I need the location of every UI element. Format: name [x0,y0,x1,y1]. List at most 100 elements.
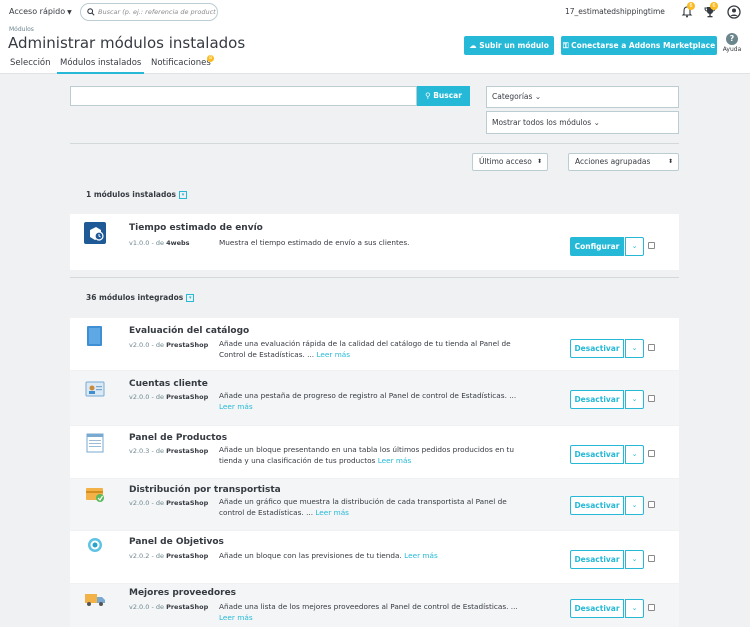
toggle-section-icon[interactable]: ▾ [178,191,187,199]
module-actions-toggle[interactable]: ⌄ [625,496,644,515]
upload-module-button[interactable]: ☁ Subir un módulo [464,36,554,55]
module-author: PrestaShop [166,393,209,401]
module-select-checkbox[interactable] [648,604,655,611]
key-icon: ⚿ [562,41,569,50]
module-version-text: v2.0.2 - de [129,552,164,560]
bulk-actions-label: Acciones agrupadas [575,157,651,166]
module-select-checkbox[interactable] [648,395,655,402]
module-actions-toggle[interactable]: ⌄ [625,390,644,409]
deactivate-button[interactable]: Desactivar [570,339,624,358]
chevron-down-icon: ⌄ [631,555,638,563]
integrated-section-heading: 36 módulos integrados ▾ [86,293,195,302]
deactivate-button[interactable]: Desactivar [570,445,624,464]
module-version-text: v2.0.0 - de [129,393,164,401]
deactivate-button[interactable]: Desactivar [570,599,624,618]
module-actions-toggle[interactable]: ⌄ [625,237,644,256]
toggle-section-icon[interactable]: ▾ [186,294,195,302]
installed-section-heading: 1 módulos instalados ▾ [86,190,187,199]
breadcrumb[interactable]: Módulos [9,26,34,33]
chevron-down-icon: ⌄ [534,92,542,101]
module-name: Panel de Objetivos [129,537,224,547]
module-version: v2.0.0 - de PrestaShop [129,499,208,507]
module-select-checkbox[interactable] [648,501,655,508]
help-button[interactable]: ? Ayuda [721,33,743,53]
configure-button[interactable]: Configurar [570,237,624,256]
status-filter-label: Mostrar todos los módulos [492,118,592,127]
module-actions-toggle[interactable]: ⌄ [625,445,644,464]
module-author: 4webs [166,239,190,247]
sort-label: Último acceso [479,157,532,166]
global-search-input[interactable]: Buscar (p. ej.: referencia de producto, … [80,3,218,21]
goals-dashboard-icon [88,538,102,552]
deactivate-button[interactable]: Desactivar [570,390,624,409]
shipping-module-icon [84,222,106,244]
read-more-link[interactable]: Leer más [315,508,349,517]
quick-access-menu[interactable]: Acceso rápido ▼ [9,7,72,16]
module-select-checkbox[interactable] [648,450,655,457]
chevron-down-icon: ⌄ [631,395,638,403]
module-row: Tiempo estimado de envío v1.0.0 - de 4we… [70,214,679,270]
tab-label: Selección [10,58,51,68]
chevron-down-icon: ⌄ [631,501,638,509]
notifications-badge: 8 [207,55,214,62]
module-select-checkbox[interactable] [648,344,655,351]
status-filter-dropdown[interactable]: Mostrar todos los módulos ⌄ [486,111,679,134]
module-row: Panel de Productos v2.0.3 - de PrestaSho… [70,426,679,478]
module-version: v2.0.2 - de PrestaShop [129,552,208,560]
chevron-down-icon: ⌄ [631,344,638,352]
user-account-icon[interactable] [727,5,741,19]
categories-label: Categorías [492,92,533,101]
module-actions-toggle[interactable]: ⌄ [625,550,644,569]
quick-access-label: Acceso rápido [9,7,66,16]
caret-down-icon: ▼ [67,9,72,16]
sort-select[interactable]: Último acceso ⬍ [472,153,548,171]
page-title: Administrar módulos instalados [8,34,246,52]
tab-installed-modules[interactable]: Módulos instalados [57,58,145,74]
module-author: PrestaShop [166,341,209,349]
carrier-distribution-icon [86,488,104,502]
module-search-input[interactable] [70,86,417,106]
read-more-link[interactable]: Leer más [219,613,253,622]
deactivate-button[interactable]: Desactivar [570,496,624,515]
tab-label: Módulos instalados [60,58,142,68]
module-name: Cuentas cliente [129,379,208,389]
module-author: PrestaShop [166,603,209,611]
categories-dropdown[interactable]: Categorías ⌄ [486,86,679,108]
module-description-text: Añade una pestaña de progreso de registr… [219,391,517,400]
catalog-evaluation-icon [87,326,102,346]
bulk-actions-select[interactable]: Acciones agrupadas ⬍ [568,153,679,171]
customer-accounts-icon [85,381,105,397]
module-description-text: Añade un gráfico que muestra la distribu… [219,497,507,517]
module-name: Distribución por transportista [129,485,281,495]
page-header: Módulos Administrar módulos instalados S… [0,26,750,74]
tab-notifications[interactable]: Notificaciones 8 [148,55,214,74]
module-select-checkbox[interactable] [648,242,655,249]
tab-selection[interactable]: Selección [7,58,54,74]
module-author: PrestaShop [166,499,209,507]
module-name: Evaluación del catálogo [129,326,250,336]
module-version-text: v2.0.0 - de [129,341,164,349]
module-row: Distribución por transportista v2.0.0 - … [70,479,679,530]
shop-name-link[interactable]: 17_estimatedshippingtime [565,7,665,16]
divider [70,143,679,144]
help-icon: ? [726,33,738,45]
module-actions-toggle[interactable]: ⌄ [625,339,644,358]
notification-badge: 6 [687,2,695,10]
read-more-link[interactable]: Leer más [404,551,438,560]
read-more-link[interactable]: Leer más [219,402,253,411]
read-more-link[interactable]: Leer más [378,456,412,465]
read-more-link[interactable]: Leer más [316,350,350,359]
deactivate-button[interactable]: Desactivar [570,550,624,569]
top-bar: Acceso rápido ▼ Buscar (p. ej.: referenci… [0,0,750,27]
search-icon: ⚲ [425,91,431,100]
module-search-button[interactable]: ⚲ Buscar [417,86,470,106]
installed-heading-text: 1 módulos instalados [86,190,176,199]
module-description-text: Añade un bloque presentando en una tabla… [219,445,515,465]
products-dashboard-icon [86,433,104,453]
module-version-text: v2.0.0 - de [129,603,164,611]
addons-marketplace-button[interactable]: ⚿ Conectarse a Addons Marketplace [561,36,717,55]
cloud-upload-icon: ☁ [469,41,477,50]
module-description: Añade un bloque con las previsiones de t… [219,550,519,561]
module-select-checkbox[interactable] [648,555,655,562]
module-actions-toggle[interactable]: ⌄ [625,599,644,618]
